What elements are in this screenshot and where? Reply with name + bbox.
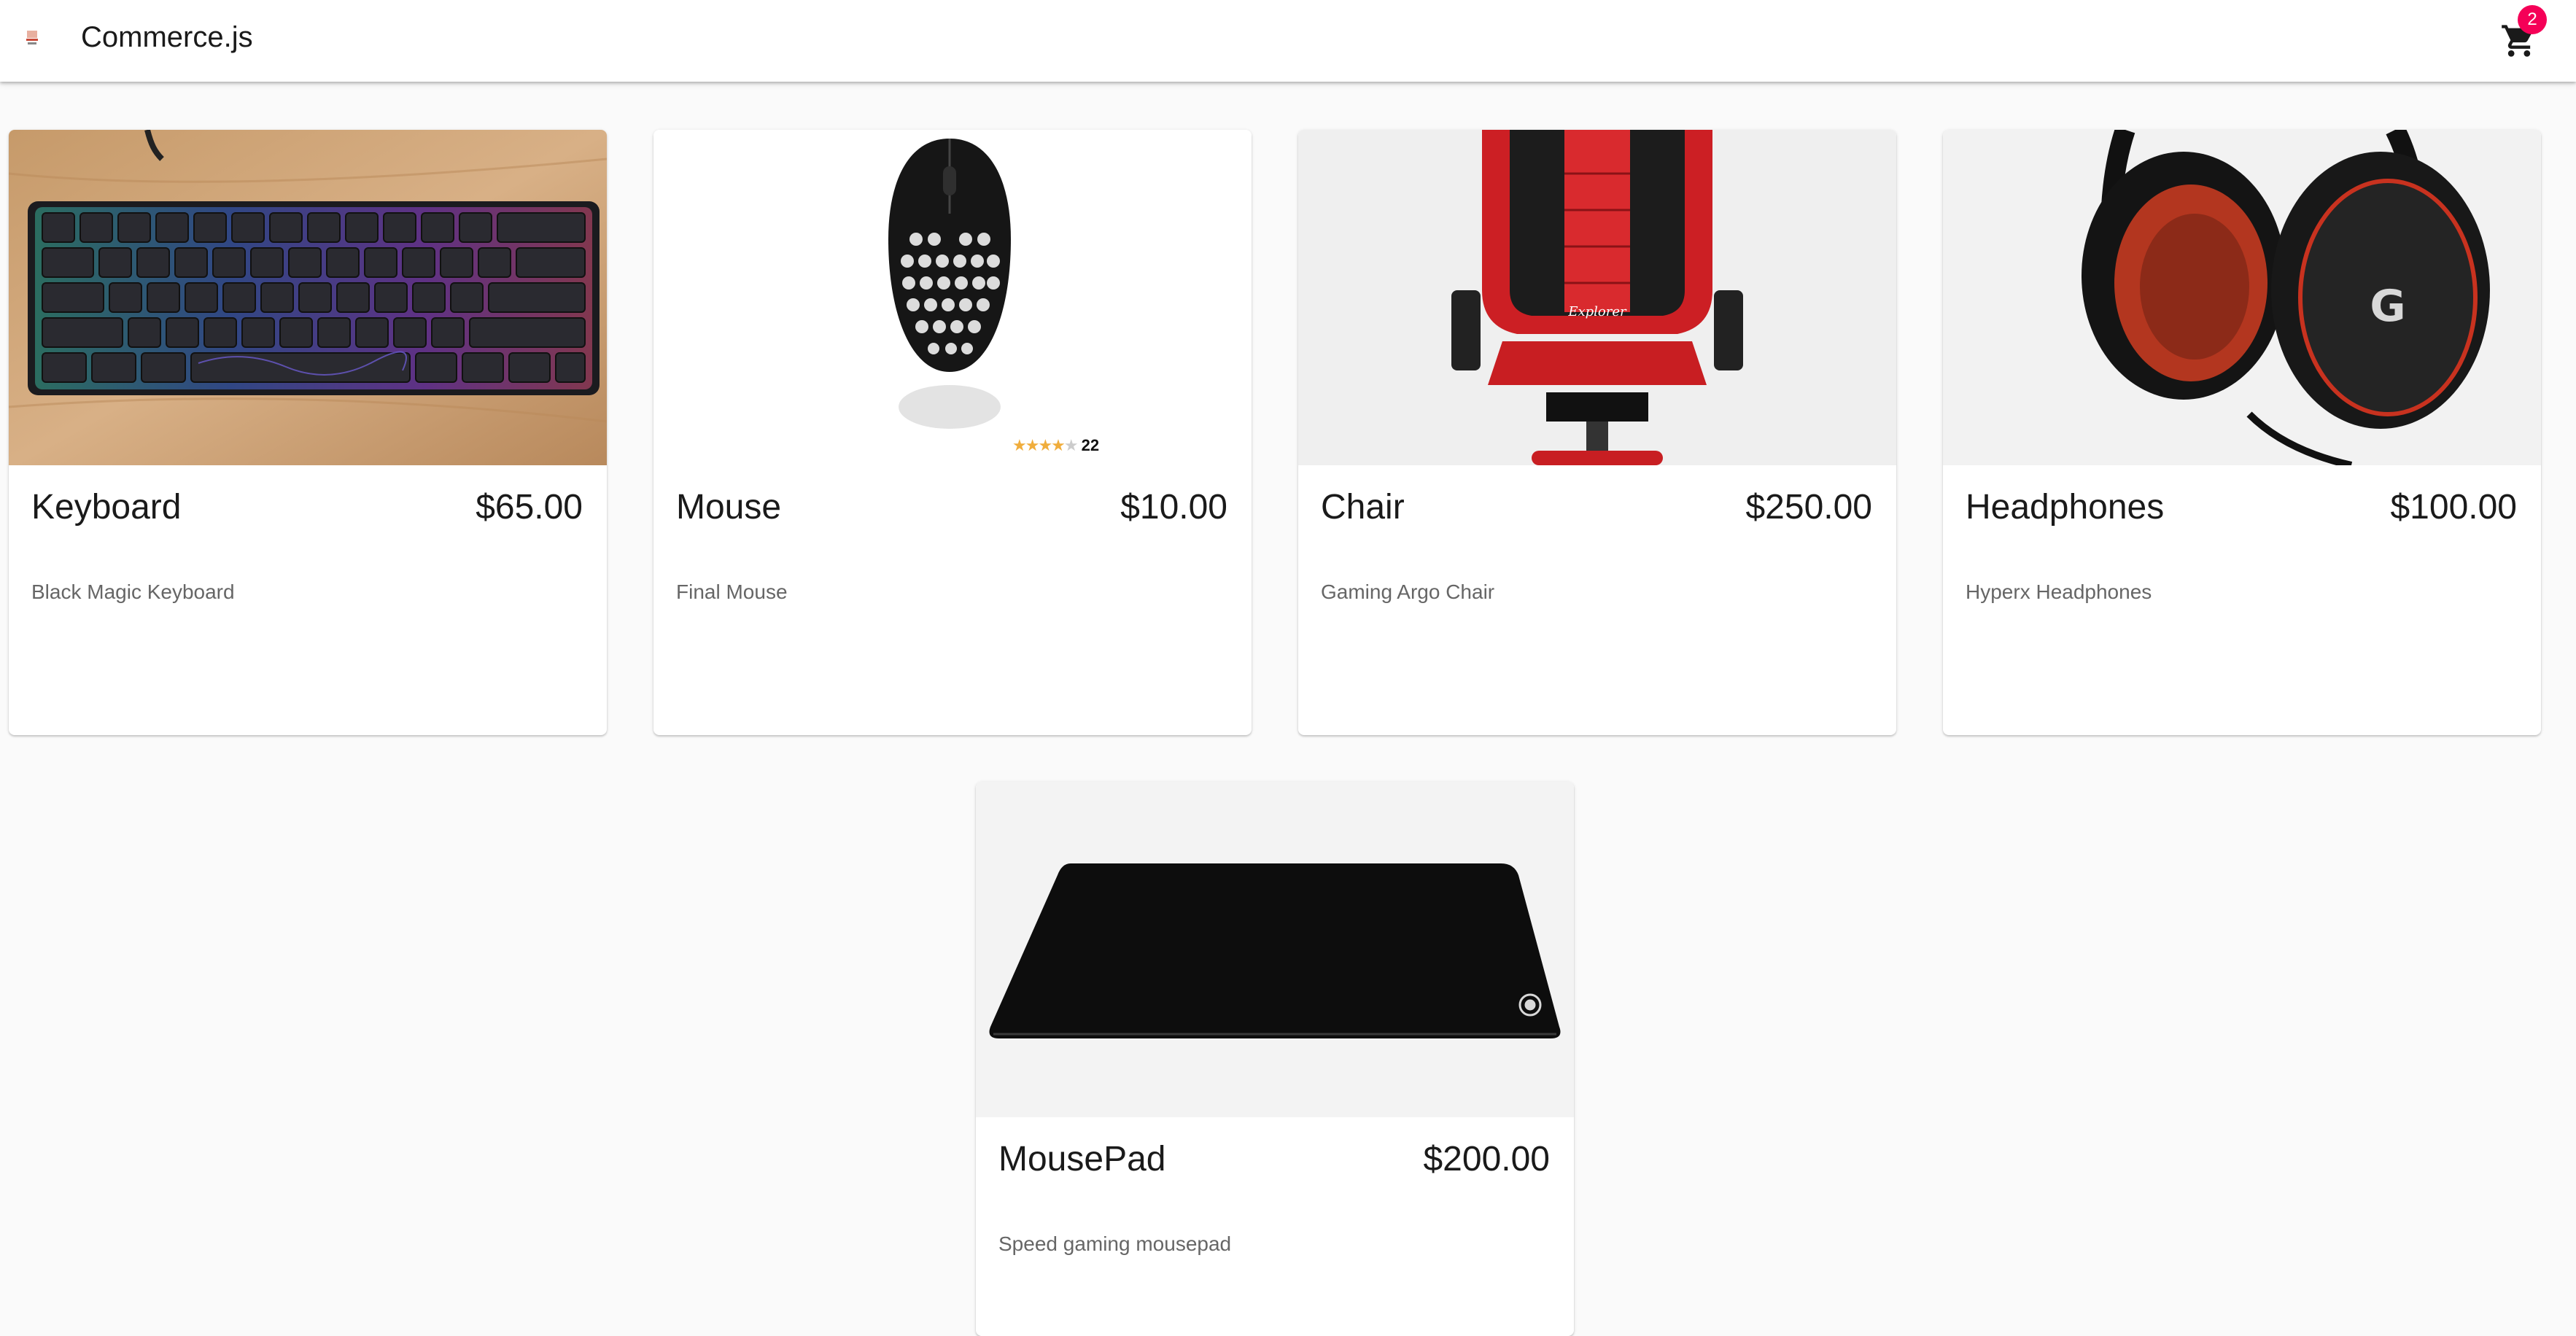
product-card: G Headphones $100.00 Hyperx Headphones xyxy=(1943,130,2541,735)
product-description: Black Magic Keyboard xyxy=(31,580,235,603)
product-card-content: Keyboard $65.00 Black Magic Keyboard xyxy=(9,465,607,735)
product-image xyxy=(976,782,1574,1117)
product-image: Explorer xyxy=(1298,130,1896,465)
product-card: Explorer Chair $250.00 Gaming Argo Chair xyxy=(1298,130,1896,735)
product-price: $65.00 xyxy=(476,488,583,527)
rating-stars-icon: ★★★★★ xyxy=(1012,436,1079,454)
product-name: Headphones xyxy=(1966,488,2165,527)
app-title[interactable]: Commerce.js xyxy=(81,19,253,55)
product-card-content: Headphones $100.00 Hyperx Headphones xyxy=(1943,465,2541,735)
product-card: MousePad $200.00 Speed gaming mousepad xyxy=(976,782,1574,1336)
product-description: Speed gaming mousepad xyxy=(998,1232,1232,1255)
svg-text:G: G xyxy=(2370,281,2405,332)
product-name: Chair xyxy=(1321,488,1405,527)
cart-count-badge: 2 xyxy=(2518,5,2547,34)
product-description: Gaming Argo Chair xyxy=(1321,580,1495,603)
product-card-content: MousePad $200.00 Speed gaming mousepad xyxy=(976,1117,1574,1336)
product-image xyxy=(9,130,607,465)
product-name: Mouse xyxy=(676,488,782,527)
product-card-content: Chair $250.00 Gaming Argo Chair xyxy=(1298,465,1896,735)
svg-text:Explorer: Explorer xyxy=(1567,304,1627,319)
product-description: Hyperx Headphones xyxy=(1966,580,2152,603)
product-image: G xyxy=(1943,130,2541,465)
logo-icon[interactable] xyxy=(25,29,39,48)
product-card: Keyboard $65.00 Black Magic Keyboard xyxy=(9,130,607,735)
product-name: MousePad xyxy=(998,1140,1166,1178)
product-price: $100.00 xyxy=(2390,488,2517,527)
product-price: $200.00 xyxy=(1423,1140,1550,1178)
product-price: $250.00 xyxy=(1745,488,1872,527)
product-name: Keyboard xyxy=(31,488,182,527)
product-image: ★★★★★ 22 xyxy=(653,130,1252,465)
product-price: $10.00 xyxy=(1120,488,1227,527)
app-bar: Commerce.js 2 xyxy=(0,0,2576,82)
product-description: Final Mouse xyxy=(676,580,788,603)
product-card-content: Mouse $10.00 Final Mouse xyxy=(653,465,1252,735)
product-card: ★★★★★ 22 Mouse $10.00 Final Mouse xyxy=(653,130,1252,735)
rating-count: 22 xyxy=(1081,436,1100,454)
product-rating: ★★★★★ 22 xyxy=(1012,436,1099,455)
